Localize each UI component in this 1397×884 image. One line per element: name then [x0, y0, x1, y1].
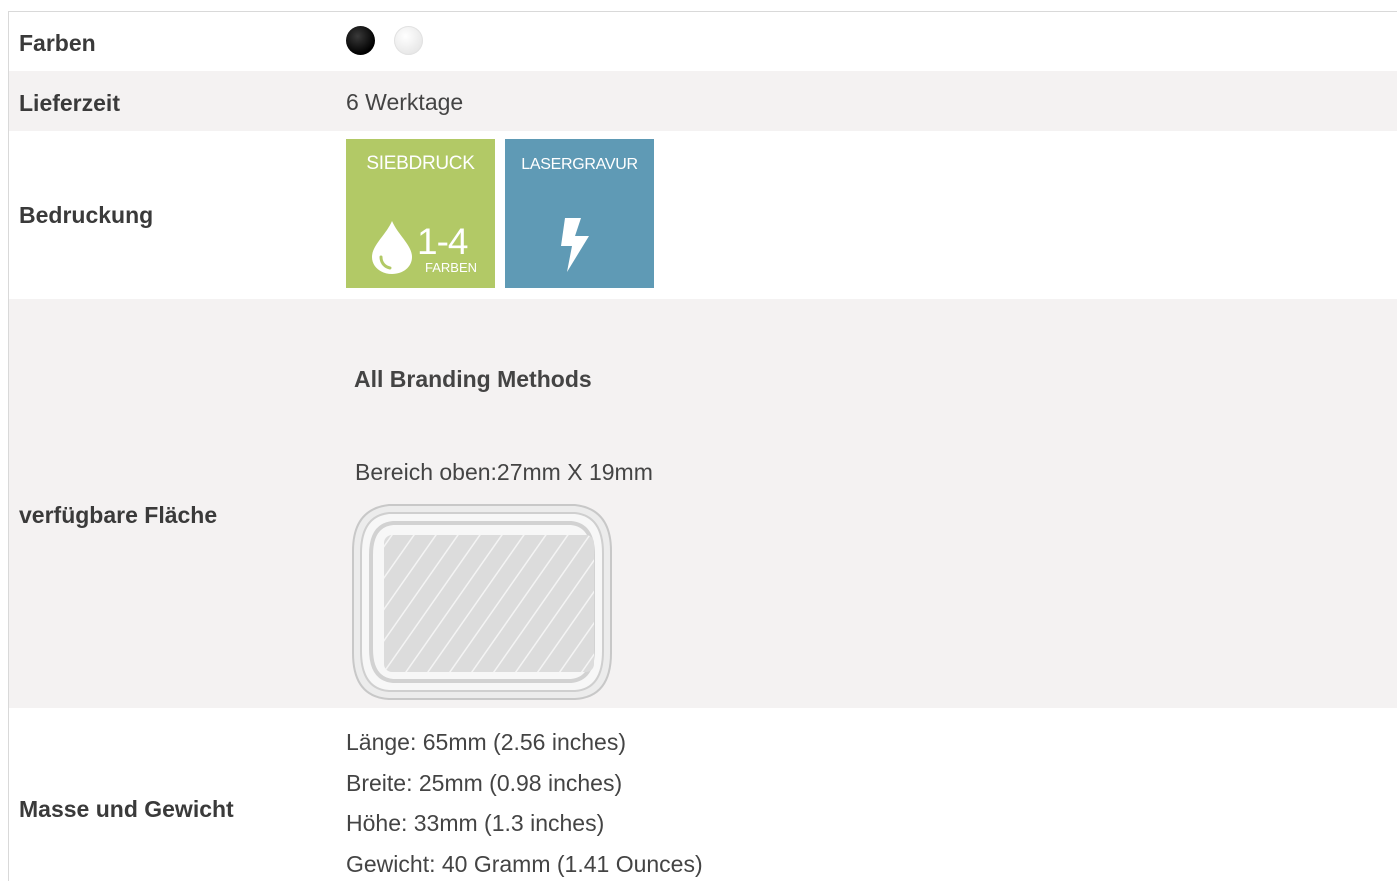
dimension-breite: Breite: 25mm (0.98 inches) — [346, 763, 703, 804]
flaeche-label: verfügbare Fläche — [19, 502, 217, 529]
product-spec-table: Farben Lieferzeit 6 Werktage Bedruckung … — [8, 11, 1397, 881]
row-verfuegbare-flaeche: verfügbare Fläche All Branding Methods B… — [9, 299, 1397, 708]
siebdruck-title: SIEBDRUCK — [346, 153, 495, 175]
color-swatch-white[interactable] — [394, 26, 423, 55]
dimensions-list: Länge: 65mm (2.56 inches) Breite: 25mm (… — [346, 722, 703, 884]
dimension-hoehe: Höhe: 33mm (1.3 inches) — [346, 803, 703, 844]
lieferzeit-label: Lieferzeit — [19, 90, 120, 117]
row-masse-gewicht: Masse und Gewicht Länge: 65mm (2.56 inch… — [9, 708, 1397, 882]
farben-label: Farben — [19, 30, 96, 57]
lieferzeit-value: 6 Werktage — [346, 89, 463, 116]
method-tile-siebdruck[interactable]: SIEBDRUCK 1-4 FARBEN — [346, 139, 495, 288]
print-area-dimensions: Bereich oben:27mm X 19mm — [355, 459, 653, 486]
row-farben: Farben — [9, 12, 1397, 71]
method-tile-lasergravur[interactable]: LASERGRAVUR — [505, 139, 654, 288]
bedruckung-label: Bedruckung — [19, 202, 153, 229]
drop-icon — [370, 219, 414, 275]
color-swatch-black[interactable] — [346, 26, 375, 55]
branding-methods-title: All Branding Methods — [354, 366, 592, 393]
row-bedruckung: Bedruckung SIEBDRUCK 1-4 FARBEN LASERGRA… — [9, 131, 1397, 299]
print-area-diagram — [349, 501, 615, 703]
siebdruck-unit: FARBEN — [425, 260, 477, 275]
masse-label: Masse und Gewicht — [19, 796, 234, 823]
lasergravur-title: LASERGRAVUR — [505, 156, 654, 174]
dimension-gewicht: Gewicht: 40 Gramm (1.41 Ounces) — [346, 844, 703, 884]
lightning-icon — [555, 214, 597, 274]
row-lieferzeit: Lieferzeit 6 Werktage — [9, 71, 1397, 131]
dimension-laenge: Länge: 65mm (2.56 inches) — [346, 722, 703, 763]
siebdruck-range: 1-4 — [417, 221, 467, 263]
